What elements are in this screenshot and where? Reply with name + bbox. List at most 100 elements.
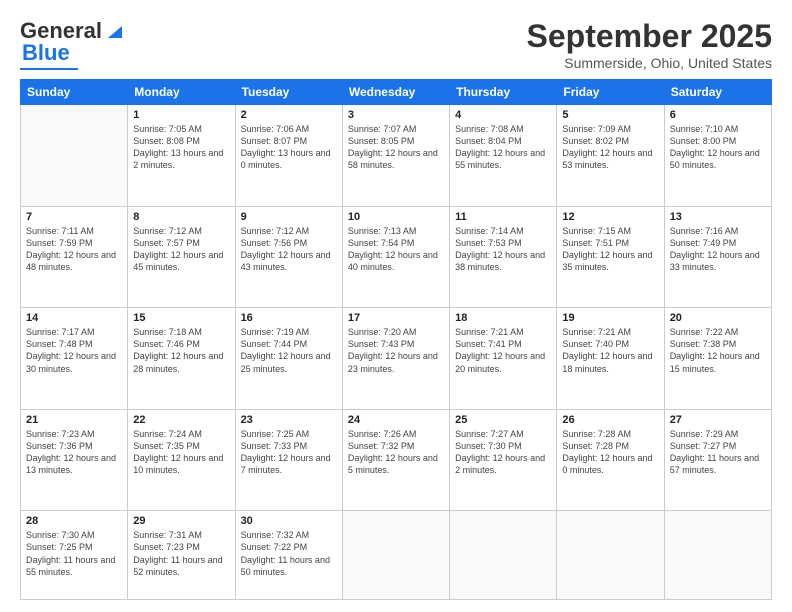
- day-number: 13: [670, 211, 766, 223]
- cell-info: Sunrise: 7:20 AMSunset: 7:43 PMDaylight:…: [348, 326, 444, 375]
- cell-info: Sunrise: 7:31 AMSunset: 7:23 PMDaylight:…: [133, 529, 229, 578]
- col-friday: Friday: [557, 80, 664, 105]
- table-row: 24 Sunrise: 7:26 AMSunset: 7:32 PMDayligh…: [342, 409, 449, 511]
- col-thursday: Thursday: [450, 80, 557, 105]
- cell-info: Sunrise: 7:15 AMSunset: 7:51 PMDaylight:…: [562, 225, 658, 274]
- table-row: 1 Sunrise: 7:05 AMSunset: 8:08 PMDaylight…: [128, 105, 235, 207]
- cell-info: Sunrise: 7:11 AMSunset: 7:59 PMDaylight:…: [26, 225, 122, 274]
- day-number: 7: [26, 211, 122, 223]
- day-number: 21: [26, 414, 122, 426]
- table-row: 7 Sunrise: 7:11 AMSunset: 7:59 PMDaylight…: [21, 206, 128, 308]
- table-row: 16 Sunrise: 7:19 AMSunset: 7:44 PMDayligh…: [235, 308, 342, 410]
- page: General Blue September 2025 Summerside, …: [0, 0, 792, 612]
- table-row: 8 Sunrise: 7:12 AMSunset: 7:57 PMDaylight…: [128, 206, 235, 308]
- day-number: 17: [348, 312, 444, 324]
- day-number: 5: [562, 109, 658, 121]
- day-number: 10: [348, 211, 444, 223]
- cell-info: Sunrise: 7:29 AMSunset: 7:27 PMDaylight:…: [670, 428, 766, 477]
- cell-info: Sunrise: 7:09 AMSunset: 8:02 PMDaylight:…: [562, 123, 658, 172]
- day-number: 22: [133, 414, 229, 426]
- col-sunday: Sunday: [21, 80, 128, 105]
- logo-icon: [104, 20, 126, 42]
- table-row: 21 Sunrise: 7:23 AMSunset: 7:36 PMDayligh…: [21, 409, 128, 511]
- table-row: 26 Sunrise: 7:28 AMSunset: 7:28 PMDayligh…: [557, 409, 664, 511]
- cell-info: Sunrise: 7:23 AMSunset: 7:36 PMDaylight:…: [26, 428, 122, 477]
- cell-info: Sunrise: 7:12 AMSunset: 7:57 PMDaylight:…: [133, 225, 229, 274]
- location: Summerside, Ohio, United States: [527, 55, 772, 71]
- day-number: 4: [455, 109, 551, 121]
- calendar-header-row: Sunday Monday Tuesday Wednesday Thursday…: [21, 80, 772, 105]
- cell-info: Sunrise: 7:05 AMSunset: 8:08 PMDaylight:…: [133, 123, 229, 172]
- table-row: [450, 511, 557, 600]
- cell-info: Sunrise: 7:22 AMSunset: 7:38 PMDaylight:…: [670, 326, 766, 375]
- cell-info: Sunrise: 7:07 AMSunset: 8:05 PMDaylight:…: [348, 123, 444, 172]
- logo-underline: [20, 68, 78, 70]
- day-number: 14: [26, 312, 122, 324]
- day-number: 29: [133, 515, 229, 527]
- table-row: 19 Sunrise: 7:21 AMSunset: 7:40 PMDayligh…: [557, 308, 664, 410]
- day-number: 18: [455, 312, 551, 324]
- table-row: 14 Sunrise: 7:17 AMSunset: 7:48 PMDayligh…: [21, 308, 128, 410]
- cell-info: Sunrise: 7:19 AMSunset: 7:44 PMDaylight:…: [241, 326, 337, 375]
- table-row: 27 Sunrise: 7:29 AMSunset: 7:27 PMDayligh…: [664, 409, 771, 511]
- table-row: 23 Sunrise: 7:25 AMSunset: 7:33 PMDayligh…: [235, 409, 342, 511]
- month-title: September 2025: [527, 18, 772, 55]
- day-number: 15: [133, 312, 229, 324]
- day-number: 6: [670, 109, 766, 121]
- cell-info: Sunrise: 7:26 AMSunset: 7:32 PMDaylight:…: [348, 428, 444, 477]
- cell-info: Sunrise: 7:25 AMSunset: 7:33 PMDaylight:…: [241, 428, 337, 477]
- table-row: 4 Sunrise: 7:08 AMSunset: 8:04 PMDaylight…: [450, 105, 557, 207]
- day-number: 25: [455, 414, 551, 426]
- cell-info: Sunrise: 7:30 AMSunset: 7:25 PMDaylight:…: [26, 529, 122, 578]
- cell-info: Sunrise: 7:08 AMSunset: 8:04 PMDaylight:…: [455, 123, 551, 172]
- table-row: 10 Sunrise: 7:13 AMSunset: 7:54 PMDayligh…: [342, 206, 449, 308]
- day-number: 2: [241, 109, 337, 121]
- table-row: 9 Sunrise: 7:12 AMSunset: 7:56 PMDaylight…: [235, 206, 342, 308]
- table-row: 18Sunrise: 7:21 AMSunset: 7:41 PMDayligh…: [450, 308, 557, 410]
- day-number: 30: [241, 515, 337, 527]
- cell-info: Sunrise: 7:10 AMSunset: 8:00 PMDaylight:…: [670, 123, 766, 172]
- day-number: 11: [455, 211, 551, 223]
- day-number: 20: [670, 312, 766, 324]
- cell-info: Sunrise: 7:27 AMSunset: 7:30 PMDaylight:…: [455, 428, 551, 477]
- table-row: 15Sunrise: 7:18 AMSunset: 7:46 PMDayligh…: [128, 308, 235, 410]
- cell-info: Sunrise: 7:17 AMSunset: 7:48 PMDaylight:…: [26, 326, 122, 375]
- cell-info: Sunrise: 7:06 AMSunset: 8:07 PMDaylight:…: [241, 123, 337, 172]
- day-number: 16: [241, 312, 337, 324]
- table-row: [664, 511, 771, 600]
- logo: General Blue: [20, 18, 126, 70]
- cell-info: Sunrise: 7:16 AMSunset: 7:49 PMDaylight:…: [670, 225, 766, 274]
- day-number: 12: [562, 211, 658, 223]
- day-number: 26: [562, 414, 658, 426]
- cell-info: Sunrise: 7:14 AMSunset: 7:53 PMDaylight:…: [455, 225, 551, 274]
- cell-info: Sunrise: 7:13 AMSunset: 7:54 PMDaylight:…: [348, 225, 444, 274]
- col-wednesday: Wednesday: [342, 80, 449, 105]
- table-row: 22 Sunrise: 7:24 AMSunset: 7:35 PMDayligh…: [128, 409, 235, 511]
- day-number: 23: [241, 414, 337, 426]
- table-row: 28 Sunrise: 7:30 AMSunset: 7:25 PMDayligh…: [21, 511, 128, 600]
- table-row: 17 Sunrise: 7:20 AMSunset: 7:43 PMDayligh…: [342, 308, 449, 410]
- table-row: 25 Sunrise: 7:27 AMSunset: 7:30 PMDayligh…: [450, 409, 557, 511]
- day-number: 19: [562, 312, 658, 324]
- logo-blue: Blue: [22, 40, 70, 66]
- table-row: [21, 105, 128, 207]
- table-row: 6 Sunrise: 7:10 AMSunset: 8:00 PMDaylight…: [664, 105, 771, 207]
- day-number: 28: [26, 515, 122, 527]
- day-number: 9: [241, 211, 337, 223]
- title-area: September 2025 Summerside, Ohio, United …: [527, 18, 772, 71]
- day-number: 8: [133, 211, 229, 223]
- table-row: 20 Sunrise: 7:22 AMSunset: 7:38 PMDayligh…: [664, 308, 771, 410]
- table-row: 13 Sunrise: 7:16 AMSunset: 7:49 PMDayligh…: [664, 206, 771, 308]
- day-number: 24: [348, 414, 444, 426]
- cell-info: Sunrise: 7:12 AMSunset: 7:56 PMDaylight:…: [241, 225, 337, 274]
- cell-info: Sunrise: 7:21 AMSunset: 7:40 PMDaylight:…: [562, 326, 658, 375]
- table-row: [557, 511, 664, 600]
- cell-info: Sunrise: 7:32 AMSunset: 7:22 PMDaylight:…: [241, 529, 337, 578]
- table-row: 11 Sunrise: 7:14 AMSunset: 7:53 PMDayligh…: [450, 206, 557, 308]
- day-number: 27: [670, 414, 766, 426]
- cell-info: Sunrise: 7:24 AMSunset: 7:35 PMDaylight:…: [133, 428, 229, 477]
- day-number: 1: [133, 109, 229, 121]
- col-monday: Monday: [128, 80, 235, 105]
- cell-info: Sunrise: 7:28 AMSunset: 7:28 PMDaylight:…: [562, 428, 658, 477]
- table-row: [342, 511, 449, 600]
